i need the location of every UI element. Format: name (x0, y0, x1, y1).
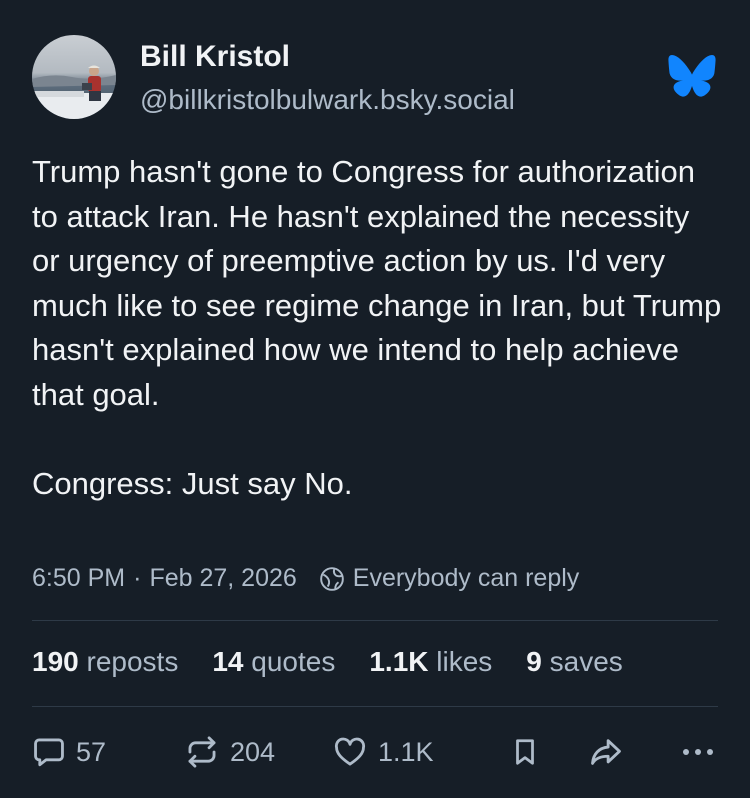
reposts-label: reposts (86, 646, 179, 677)
share-arrow-icon (591, 739, 621, 765)
meta-separator: · (133, 564, 142, 592)
post-date[interactable]: Feb 27, 2026 (149, 564, 296, 593)
bluesky-butterfly-icon (668, 54, 716, 97)
speech-bubble-icon (34, 738, 64, 767)
engagement-stats: 190 reposts 14 quotes 1.1K likes 9 saves (32, 646, 657, 678)
repost-button[interactable]: 204 (184, 735, 275, 769)
reposts-count: 190 (32, 646, 79, 677)
post-paragraph: Congress: Just say No. (32, 465, 353, 501)
share-button[interactable] (588, 735, 624, 769)
reply-button[interactable]: 57 (32, 735, 106, 769)
likes-count: 1.1K (369, 646, 429, 677)
likes-label: likes (436, 646, 493, 677)
author-name[interactable]: Bill Kristol (140, 40, 290, 74)
repost-count: 204 (230, 736, 276, 767)
like-count: 1.1K (378, 736, 434, 767)
post-text: Trump hasn't gone to Congress for author… (32, 150, 722, 506)
avatar[interactable] (32, 35, 116, 119)
author-handle[interactable]: @billkristolbulwark.bsky.social (140, 84, 515, 116)
reply-count: 57 (76, 736, 107, 767)
quotes-label: quotes (251, 646, 336, 677)
quotes-stat[interactable]: 14 quotes (212, 646, 335, 678)
heart-icon (334, 737, 366, 766)
bookmark-icon (516, 739, 534, 765)
more-options-button[interactable] (678, 735, 718, 769)
post-time[interactable]: 6:50 PM (32, 564, 125, 593)
repost-arrows-icon (188, 736, 216, 768)
divider (32, 706, 718, 707)
post-meta: 6:50 PM · Feb 27, 2026 Everybody can rep… (32, 564, 579, 593)
post-paragraph: Trump hasn't gone to Congress for author… (32, 154, 722, 412)
saves-label: saves (549, 646, 623, 677)
divider (32, 620, 718, 621)
reposts-stat[interactable]: 190 reposts (32, 646, 178, 678)
likes-stat[interactable]: 1.1K likes (369, 646, 492, 678)
quotes-count: 14 (212, 646, 244, 677)
like-button[interactable]: 1.1K (332, 735, 434, 769)
ellipsis-icon (683, 749, 713, 755)
saves-count: 9 (526, 646, 542, 677)
action-bar: 57 204 1.1K (32, 735, 722, 779)
reply-setting[interactable]: Everybody can reply (353, 564, 580, 593)
globe-icon (319, 566, 345, 592)
bookmark-button[interactable] (510, 735, 540, 769)
saves-stat[interactable]: 9 saves (526, 646, 623, 678)
